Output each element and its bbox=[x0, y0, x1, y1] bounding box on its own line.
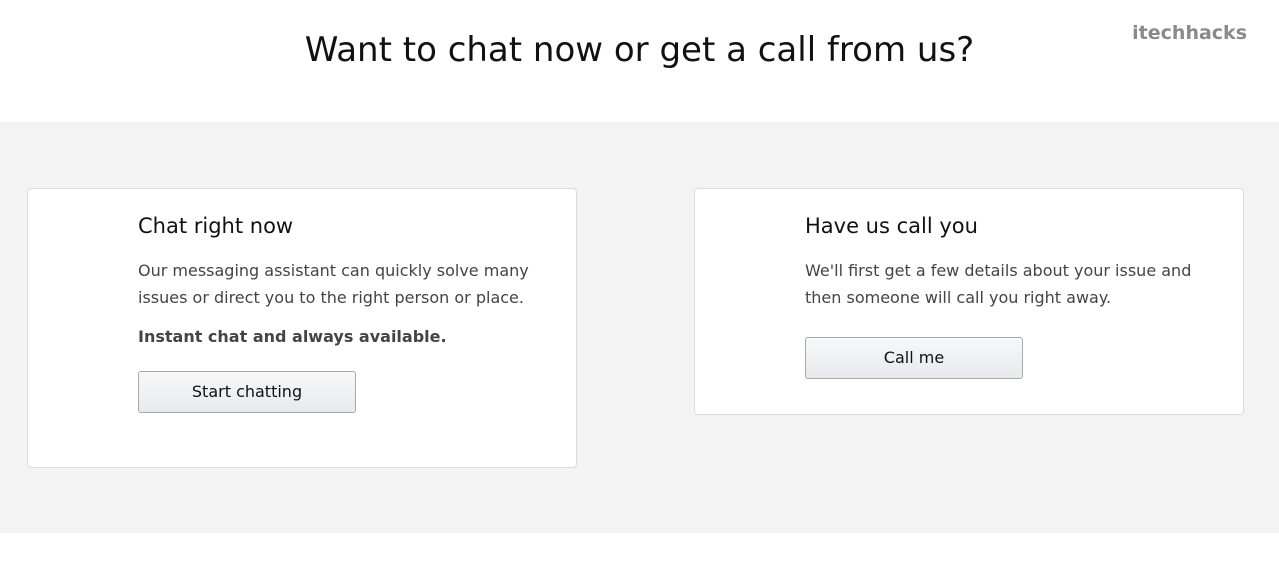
page: Want to chat now or get a call from us? … bbox=[0, 0, 1279, 578]
chat-card-title: Chat right now bbox=[138, 214, 294, 238]
chat-card: Chat right now Our messaging assistant c… bbox=[27, 188, 577, 468]
header: Want to chat now or get a call from us? … bbox=[0, 0, 1279, 122]
call-card: Have us call you We'll first get a few d… bbox=[694, 188, 1244, 415]
call-card-title: Have us call you bbox=[805, 214, 978, 238]
chat-card-content: Chat right now Our messaging assistant c… bbox=[138, 211, 548, 413]
watermark-logo: itechhacks bbox=[1132, 22, 1247, 44]
call-card-description: We'll first get a few details about your… bbox=[805, 261, 1192, 307]
call-card-content: Have us call you We'll first get a few d… bbox=[805, 211, 1215, 379]
chat-card-emphasis: Instant chat and always available. bbox=[138, 327, 447, 346]
chat-card-description: Our messaging assistant can quickly solv… bbox=[138, 261, 529, 307]
page-title: Want to chat now or get a call from us? bbox=[304, 30, 975, 70]
call-me-button[interactable]: Call me bbox=[805, 337, 1023, 379]
start-chatting-button[interactable]: Start chatting bbox=[138, 371, 356, 413]
